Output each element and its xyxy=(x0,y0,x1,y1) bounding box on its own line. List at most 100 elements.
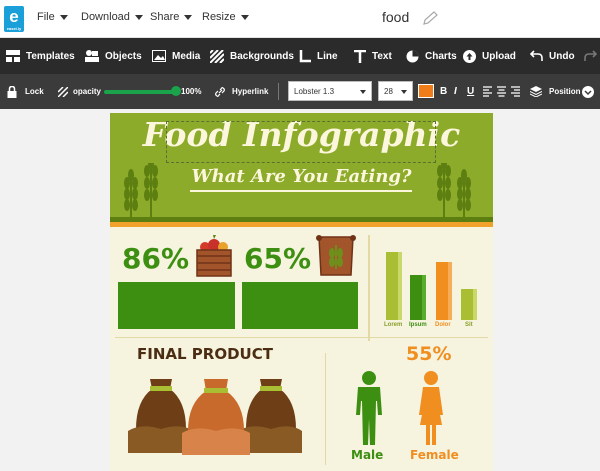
upload-label: Upload xyxy=(482,50,516,62)
chevron-down-icon xyxy=(134,14,143,20)
bar-label-sit: Sit xyxy=(465,322,473,328)
bar-lorem xyxy=(386,252,402,320)
bar-sit xyxy=(461,289,477,320)
redo-icon xyxy=(584,50,597,61)
upload-icon xyxy=(463,49,476,63)
text-color-swatch[interactable] xyxy=(418,84,434,98)
opacity-control: opacity xyxy=(58,74,101,109)
subtitle-underline xyxy=(190,190,412,192)
upload-button[interactable]: Upload xyxy=(463,38,516,74)
stat-86-percent[interactable]: 86% xyxy=(122,242,189,275)
stat-box-2 xyxy=(242,282,358,329)
objects-button[interactable]: Objects xyxy=(85,38,142,74)
document-title[interactable]: food xyxy=(382,9,409,25)
divider xyxy=(278,83,279,100)
stat-55-percent[interactable]: 55% xyxy=(406,343,451,365)
divider-horizontal xyxy=(115,337,488,338)
bar-label-lorem: Lorem xyxy=(384,322,403,328)
chevron-down-circle-icon[interactable] xyxy=(582,86,594,98)
undo-icon xyxy=(530,50,543,61)
position-button[interactable]: Position xyxy=(530,74,581,109)
position-label: Position xyxy=(549,87,581,96)
logo-letter: e xyxy=(9,7,19,26)
bar-label-ipsum: Ipsum xyxy=(409,322,427,328)
top-menu-bar: e easel.ly File Download Share Resize foo… xyxy=(0,0,600,38)
line-button[interactable]: Line xyxy=(299,38,338,74)
bar-dolor xyxy=(436,262,452,320)
grain-sack-icon xyxy=(316,235,356,276)
hyperlink-button[interactable]: Hyperlink xyxy=(215,74,268,109)
menu-share-label: Share xyxy=(150,11,180,23)
bold-button[interactable]: B xyxy=(440,74,447,109)
font-size-value: 28 xyxy=(384,87,393,96)
image-icon xyxy=(152,50,166,62)
menu-download-label: Download xyxy=(81,11,130,23)
font-size-select[interactable]: 28 xyxy=(378,81,413,101)
vegetable-crate-icon xyxy=(196,235,232,277)
templates-icon xyxy=(6,50,20,62)
objects-label: Objects xyxy=(105,50,142,62)
text-label: Text xyxy=(372,50,392,62)
italic-button[interactable]: I xyxy=(454,74,457,109)
opacity-icon xyxy=(58,86,68,97)
line-icon xyxy=(299,49,311,62)
undo-button[interactable]: Undo xyxy=(530,38,575,74)
templates-label: Templates xyxy=(26,50,75,62)
menu-resize[interactable]: Resize xyxy=(202,11,249,23)
header-stripe-orange xyxy=(110,222,493,227)
text-button[interactable]: Text xyxy=(354,38,392,74)
link-icon xyxy=(215,86,225,97)
objects-icon xyxy=(85,50,99,62)
media-label: Media xyxy=(172,50,201,62)
underline-button[interactable]: U xyxy=(467,74,474,109)
divider-vertical-2 xyxy=(325,353,326,465)
chevron-down-icon xyxy=(184,14,193,20)
menu-download[interactable]: Download xyxy=(81,11,143,23)
menu-resize-label: Resize xyxy=(202,11,236,23)
app-logo[interactable]: e easel.ly xyxy=(4,6,24,32)
opacity-label: opacity xyxy=(73,87,102,96)
bar-ipsum xyxy=(410,275,426,320)
redo-button[interactable] xyxy=(584,38,600,74)
opacity-slider-track[interactable] xyxy=(104,90,176,94)
female-label[interactable]: Female xyxy=(410,448,459,462)
lock-button[interactable]: Lock xyxy=(7,74,44,109)
pencil-icon[interactable] xyxy=(421,10,439,26)
lock-label: Lock xyxy=(25,87,44,96)
line-label: Line xyxy=(317,50,338,62)
male-label[interactable]: Male xyxy=(351,448,383,462)
chevron-down-icon xyxy=(360,90,366,94)
chevron-down-icon xyxy=(59,14,68,20)
charts-label: Charts xyxy=(425,50,457,62)
selection-box[interactable] xyxy=(166,121,436,163)
main-toolbar: Templates Objects Media Backgrounds Line… xyxy=(0,38,600,74)
text-icon xyxy=(354,49,366,63)
flour-sacks-icon xyxy=(128,379,302,455)
align-right-icon[interactable] xyxy=(511,86,520,97)
media-button[interactable]: Media xyxy=(152,38,200,74)
undo-label: Undo xyxy=(549,50,575,62)
font-select[interactable]: Lobster 1.3 xyxy=(288,81,372,101)
pie-chart-icon xyxy=(406,50,419,62)
menu-file-label: File xyxy=(37,11,55,23)
charts-button[interactable]: Charts xyxy=(406,38,457,74)
lock-icon xyxy=(7,85,17,98)
chevron-down-icon xyxy=(401,90,407,94)
stat-65-percent[interactable]: 65% xyxy=(244,242,311,275)
menu-file[interactable]: File xyxy=(37,11,68,23)
divider-vertical xyxy=(368,235,370,341)
design-canvas[interactable]: Food Infographic What Are You Eating? 86… xyxy=(110,113,493,471)
backgrounds-button[interactable]: Backgrounds xyxy=(210,38,294,74)
male-figure-icon xyxy=(356,371,382,445)
backgrounds-icon xyxy=(210,49,224,63)
menu-share[interactable]: Share xyxy=(150,11,193,23)
female-figure-icon xyxy=(419,371,443,445)
final-product-heading[interactable]: FINAL PRODUCT xyxy=(137,345,273,363)
backgrounds-label: Backgrounds xyxy=(230,50,294,62)
templates-button[interactable]: Templates xyxy=(6,38,75,74)
opacity-value: 100% xyxy=(181,87,202,96)
opacity-slider-handle[interactable] xyxy=(171,86,181,96)
align-left-icon[interactable] xyxy=(483,86,492,97)
align-center-icon[interactable] xyxy=(497,86,506,97)
infographic-subtitle[interactable]: What Are You Eating? xyxy=(110,166,493,187)
